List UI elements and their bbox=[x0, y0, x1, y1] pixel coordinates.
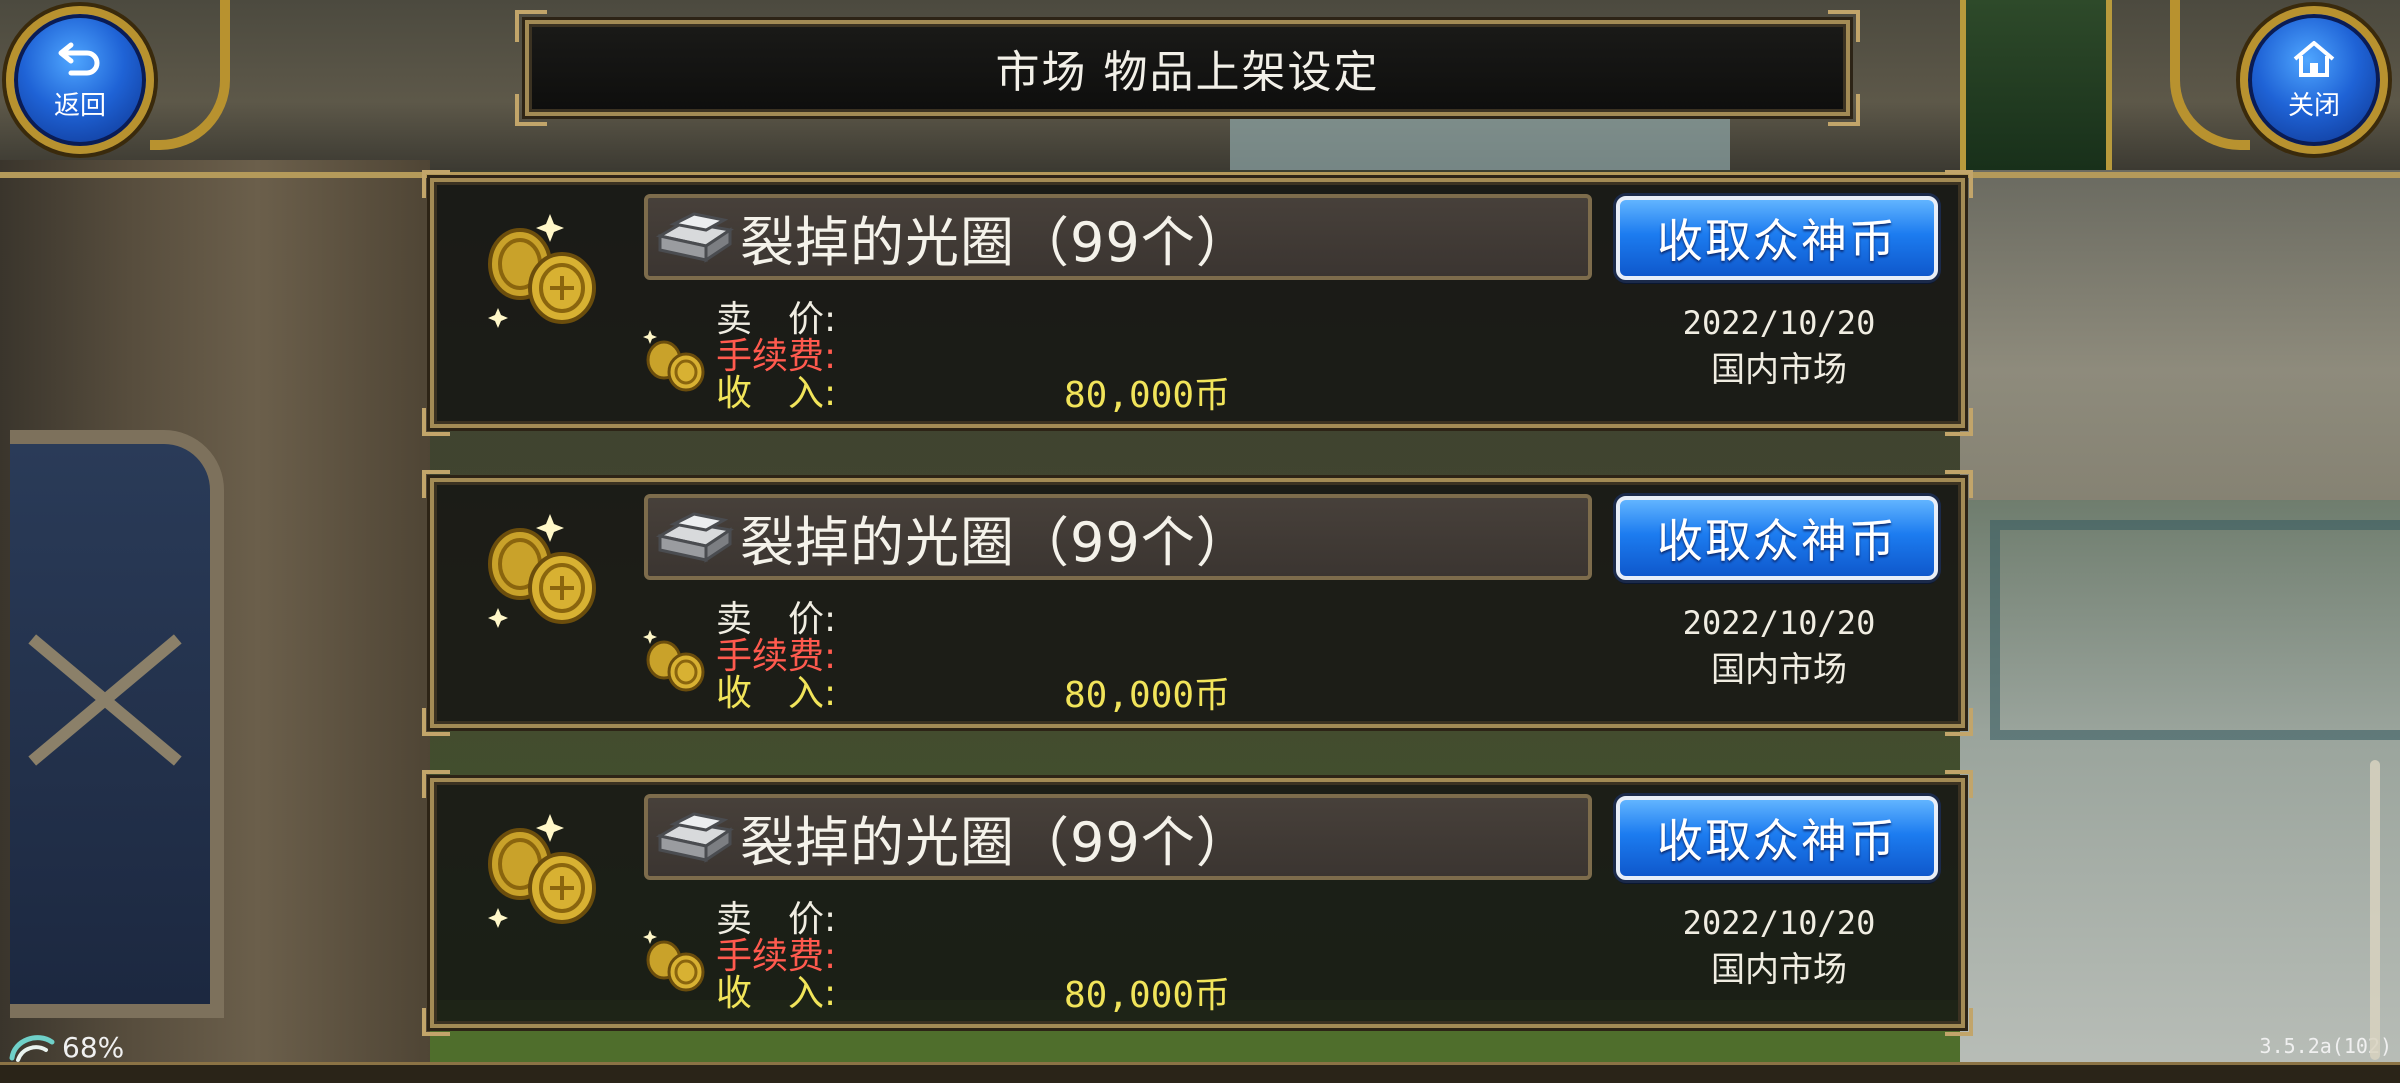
listing-card: 裂掉的光圈（99个） 收取众神币 卖 价: 手续费: 收 入: 80,000币 … bbox=[422, 170, 1973, 436]
frame-corner bbox=[422, 770, 450, 798]
frame-corner bbox=[422, 170, 450, 198]
frame-corner bbox=[515, 10, 547, 42]
frame-corner bbox=[1945, 770, 1973, 798]
frame-corner bbox=[1945, 1008, 1973, 1036]
back-label: 返回 bbox=[53, 90, 106, 121]
battery-indicator: 68% bbox=[8, 1028, 124, 1066]
gold-coins-icon bbox=[643, 630, 705, 692]
gold-coins-icon bbox=[488, 514, 596, 628]
close-label: 关闭 bbox=[2287, 90, 2340, 121]
page-title: 市场 物品上架设定 bbox=[995, 47, 1380, 98]
background-floor-pattern bbox=[1990, 520, 2400, 740]
close-button[interactable]: 关闭 bbox=[2240, 6, 2388, 154]
gold-coins-icon bbox=[488, 814, 596, 928]
frame-corner bbox=[422, 470, 450, 498]
title-bar: 市场 物品上架设定 bbox=[515, 10, 1860, 126]
market-name: 国内市场 bbox=[1711, 350, 1847, 390]
frame-corner bbox=[1945, 408, 1973, 436]
frame-corner bbox=[1945, 470, 1973, 498]
battery-swirl-icon bbox=[9, 1035, 55, 1062]
frame-corner bbox=[422, 1008, 450, 1036]
gold-coins-icon bbox=[488, 214, 596, 328]
frame-corner bbox=[422, 408, 450, 436]
income-label: 收 入: bbox=[716, 373, 837, 414]
item-name: 裂掉的光圈（99个） bbox=[740, 810, 1251, 874]
gold-coins-icon bbox=[643, 330, 705, 392]
item-name-box: 裂掉的光圈（99个） bbox=[644, 794, 1592, 880]
frame-corner bbox=[1828, 94, 1860, 126]
income-label: 收 入: bbox=[716, 673, 837, 714]
item-name-box: 裂掉的光圈（99个） bbox=[644, 494, 1592, 580]
gold-coins-icon bbox=[643, 930, 705, 992]
background-window bbox=[10, 430, 224, 1018]
listing-date: 2022/10/20 bbox=[1682, 604, 1876, 642]
scrollbar-thumb[interactable] bbox=[2370, 760, 2380, 1060]
collect-coins-button[interactable]: 收取众神币 bbox=[1616, 496, 1938, 580]
income-value: 80,000币 bbox=[1064, 675, 1231, 716]
background-left-wall bbox=[0, 160, 430, 1080]
item-name: 裂掉的光圈（99个） bbox=[740, 510, 1251, 574]
home-icon bbox=[2293, 40, 2335, 77]
listing-date: 2022/10/20 bbox=[1682, 304, 1876, 342]
back-button[interactable]: 返回 bbox=[6, 6, 154, 154]
income-value: 80,000币 bbox=[1064, 375, 1231, 416]
frame-corner bbox=[1945, 708, 1973, 736]
frame-corner bbox=[422, 708, 450, 736]
listing-date: 2022/10/20 bbox=[1682, 904, 1876, 942]
market-name: 国内市场 bbox=[1711, 650, 1847, 690]
back-arrow-icon bbox=[58, 42, 100, 75]
item-name-box: 裂掉的光圈（99个） bbox=[644, 194, 1592, 280]
listing-card: 裂掉的光圈（99个） 收取众神币 卖 价: 手续费: 收 入: 80,000币 … bbox=[422, 470, 1973, 736]
silver-ingot-icon bbox=[655, 812, 734, 863]
item-name: 裂掉的光圈（99个） bbox=[740, 210, 1251, 274]
income-value: 80,000币 bbox=[1064, 975, 1231, 1016]
collect-coins-button[interactable]: 收取众神币 bbox=[1616, 196, 1938, 280]
collect-coins-button[interactable]: 收取众神币 bbox=[1616, 796, 1938, 880]
frame-corner bbox=[1945, 170, 1973, 198]
frame-corner bbox=[1828, 10, 1860, 42]
battery-percent: 68% bbox=[62, 1030, 125, 1064]
frame-corner bbox=[515, 94, 547, 126]
listing-card: 裂掉的光圈（99个） 收取众神币 卖 价: 手续费: 收 入: 80,000币 … bbox=[422, 770, 1973, 1036]
market-name: 国内市场 bbox=[1711, 950, 1847, 990]
silver-ingot-icon bbox=[655, 212, 734, 263]
income-label: 收 入: bbox=[716, 973, 837, 1014]
silver-ingot-icon bbox=[655, 512, 734, 563]
